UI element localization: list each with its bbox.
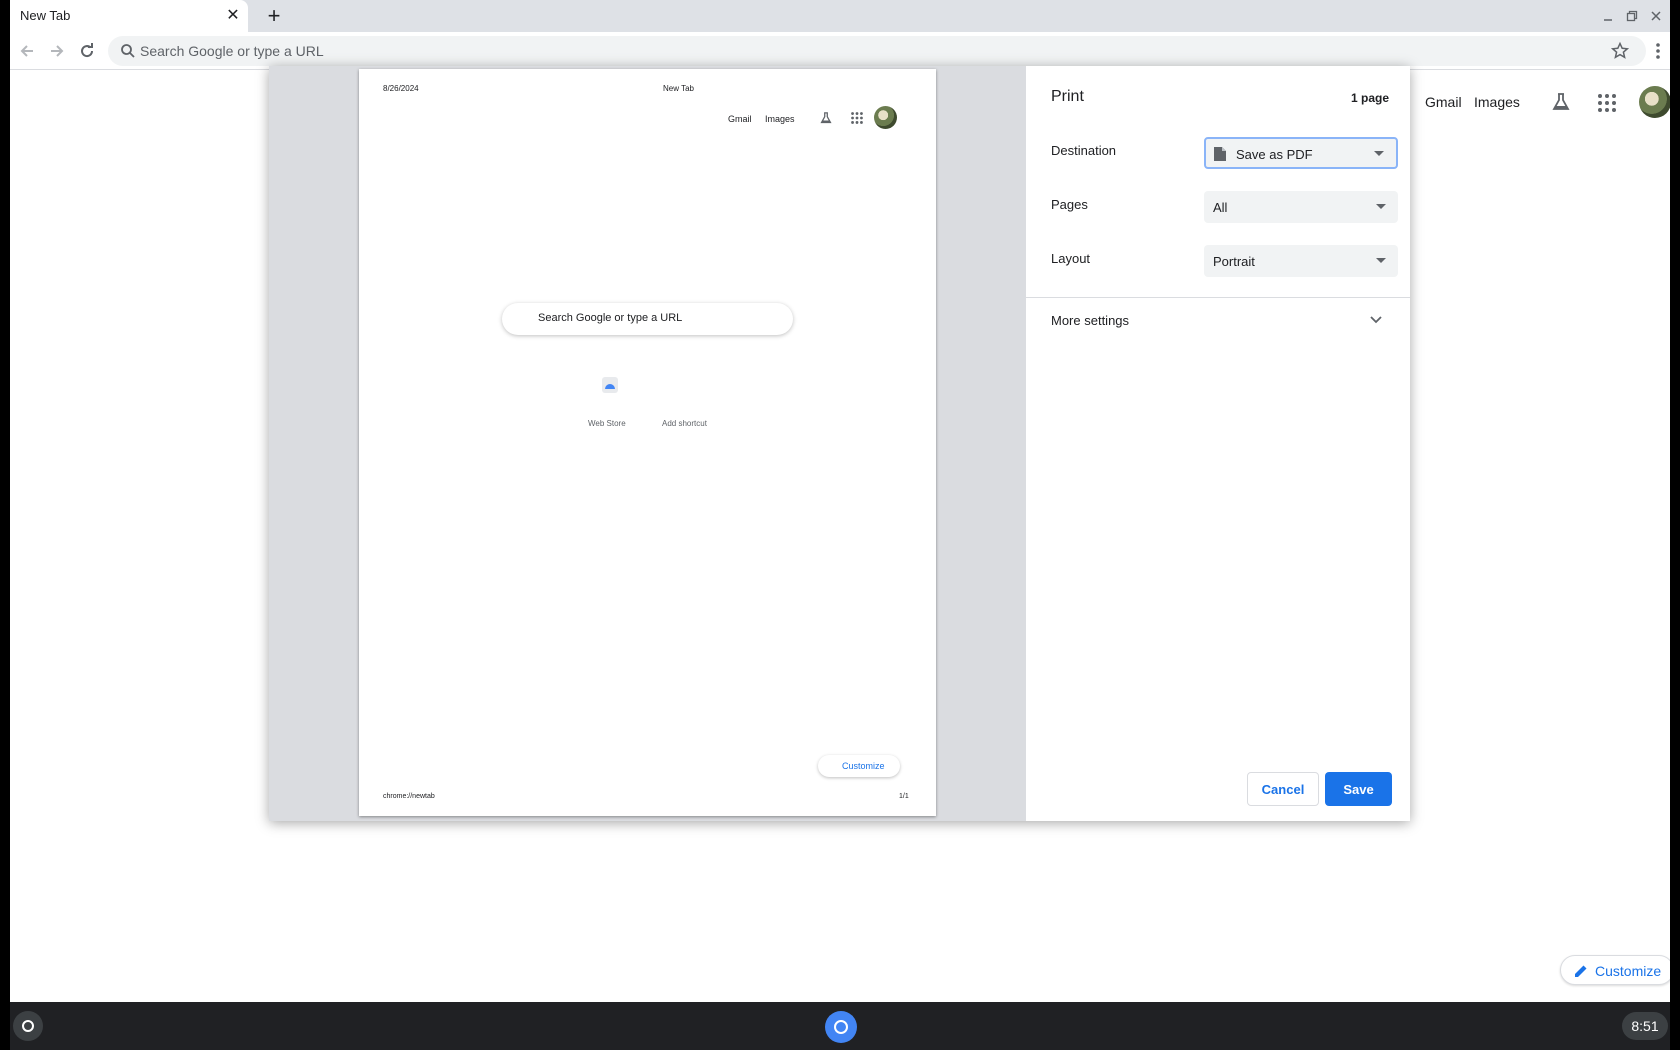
new-tab-button[interactable]: +	[262, 3, 286, 28]
browser-window: New Tab ✕ + Search Google or type a URL …	[10, 0, 1670, 1002]
back-icon[interactable]	[14, 38, 40, 64]
preview-customize: Customize	[818, 755, 900, 777]
preview-images: Images	[765, 114, 795, 124]
preview-flask-icon	[820, 112, 832, 124]
document-icon	[1214, 147, 1226, 161]
launcher-button[interactable]	[13, 1011, 43, 1041]
layout-label: Layout	[1051, 251, 1091, 266]
more-settings-toggle[interactable]: More settings	[1026, 299, 1410, 337]
reload-icon[interactable]	[74, 38, 100, 64]
ntp-gmail-link[interactable]: Gmail	[1425, 94, 1462, 110]
pages-select[interactable]: All	[1204, 191, 1398, 223]
close-window-icon[interactable]	[1644, 6, 1668, 26]
toolbar: Search Google or type a URL	[10, 32, 1670, 70]
save-button[interactable]: Save	[1325, 772, 1392, 806]
customize-label: Customize	[1595, 963, 1662, 979]
minimize-icon[interactable]	[1596, 6, 1620, 26]
destination-value: Save as PDF	[1236, 147, 1313, 162]
preview-avatar	[874, 106, 897, 129]
print-dialog: 8/26/2024 New Tab Gmail Images Search Go…	[269, 66, 1410, 821]
preview-apps-icon	[851, 112, 863, 124]
omnibox[interactable]: Search Google or type a URL	[108, 36, 1646, 66]
ntp-images-link[interactable]: Images	[1474, 94, 1520, 110]
preview-gmail: Gmail	[728, 114, 752, 124]
shelf: 8:51	[10, 1002, 1670, 1050]
print-title: Print	[1051, 88, 1084, 105]
search-icon	[121, 44, 135, 58]
preview-date: 8/26/2024	[383, 84, 419, 93]
chrome-app-icon[interactable]	[825, 1011, 857, 1043]
print-preview-area: 8/26/2024 New Tab Gmail Images Search Go…	[269, 66, 1026, 821]
destination-select[interactable]: Save as PDF	[1204, 137, 1398, 169]
destination-label: Destination	[1051, 143, 1117, 158]
bookmark-star-icon[interactable]	[1610, 41, 1630, 61]
preview-page: 8/26/2024 New Tab Gmail Images Search Go…	[359, 69, 936, 816]
preview-webstore-label: Web Store	[588, 419, 626, 428]
preview-url: chrome://newtab	[383, 793, 435, 800]
screen: New Tab ✕ + Search Google or type a URL …	[0, 0, 1680, 1050]
tab-new-tab[interactable]: New Tab ✕	[10, 0, 248, 32]
preview-add-shortcut-label: Add shortcut	[662, 419, 707, 428]
preview-search-box: Search Google or type a URL	[502, 303, 793, 335]
layout-select[interactable]: Portrait	[1204, 245, 1398, 277]
omnibox-placeholder: Search Google or type a URL	[140, 43, 324, 59]
more-settings-label: More settings	[1051, 313, 1130, 328]
restore-icon[interactable]	[1620, 6, 1644, 26]
dropdown-arrow-icon	[1376, 258, 1386, 263]
pages-value: All	[1213, 200, 1228, 215]
webstore-icon	[602, 377, 618, 393]
tab-title: New Tab	[20, 8, 71, 23]
preview-search-text: Search Google or type a URL	[538, 312, 683, 324]
preview-page-number: 1/1	[899, 793, 909, 800]
print-settings-panel: Print 1 page Destination Save as PDF Pag…	[1026, 66, 1410, 821]
apps-grid-icon[interactable]	[1596, 92, 1618, 114]
close-tab-icon[interactable]: ✕	[224, 6, 242, 24]
chevron-down-icon	[1370, 316, 1382, 324]
pages-label: Pages	[1051, 197, 1088, 212]
preview-title: New Tab	[663, 84, 694, 93]
ntp-customize-button[interactable]: Customize	[1560, 955, 1670, 985]
preview-customize-label: Customize	[842, 761, 885, 771]
tab-strip: New Tab ✕ +	[10, 0, 1670, 32]
pencil-icon	[1575, 965, 1587, 977]
forward-icon[interactable]	[44, 38, 70, 64]
dropdown-arrow-icon	[1376, 204, 1386, 209]
cancel-button[interactable]: Cancel	[1247, 772, 1319, 806]
layout-value: Portrait	[1213, 254, 1255, 269]
page-count: 1 page	[1351, 91, 1390, 105]
divider	[1026, 297, 1410, 298]
browser-menu-icon[interactable]	[1650, 40, 1666, 62]
status-clock[interactable]: 8:51	[1622, 1012, 1668, 1040]
dropdown-arrow-icon	[1374, 151, 1384, 156]
account-avatar[interactable]	[1639, 86, 1670, 118]
labs-flask-icon[interactable]	[1550, 91, 1572, 113]
